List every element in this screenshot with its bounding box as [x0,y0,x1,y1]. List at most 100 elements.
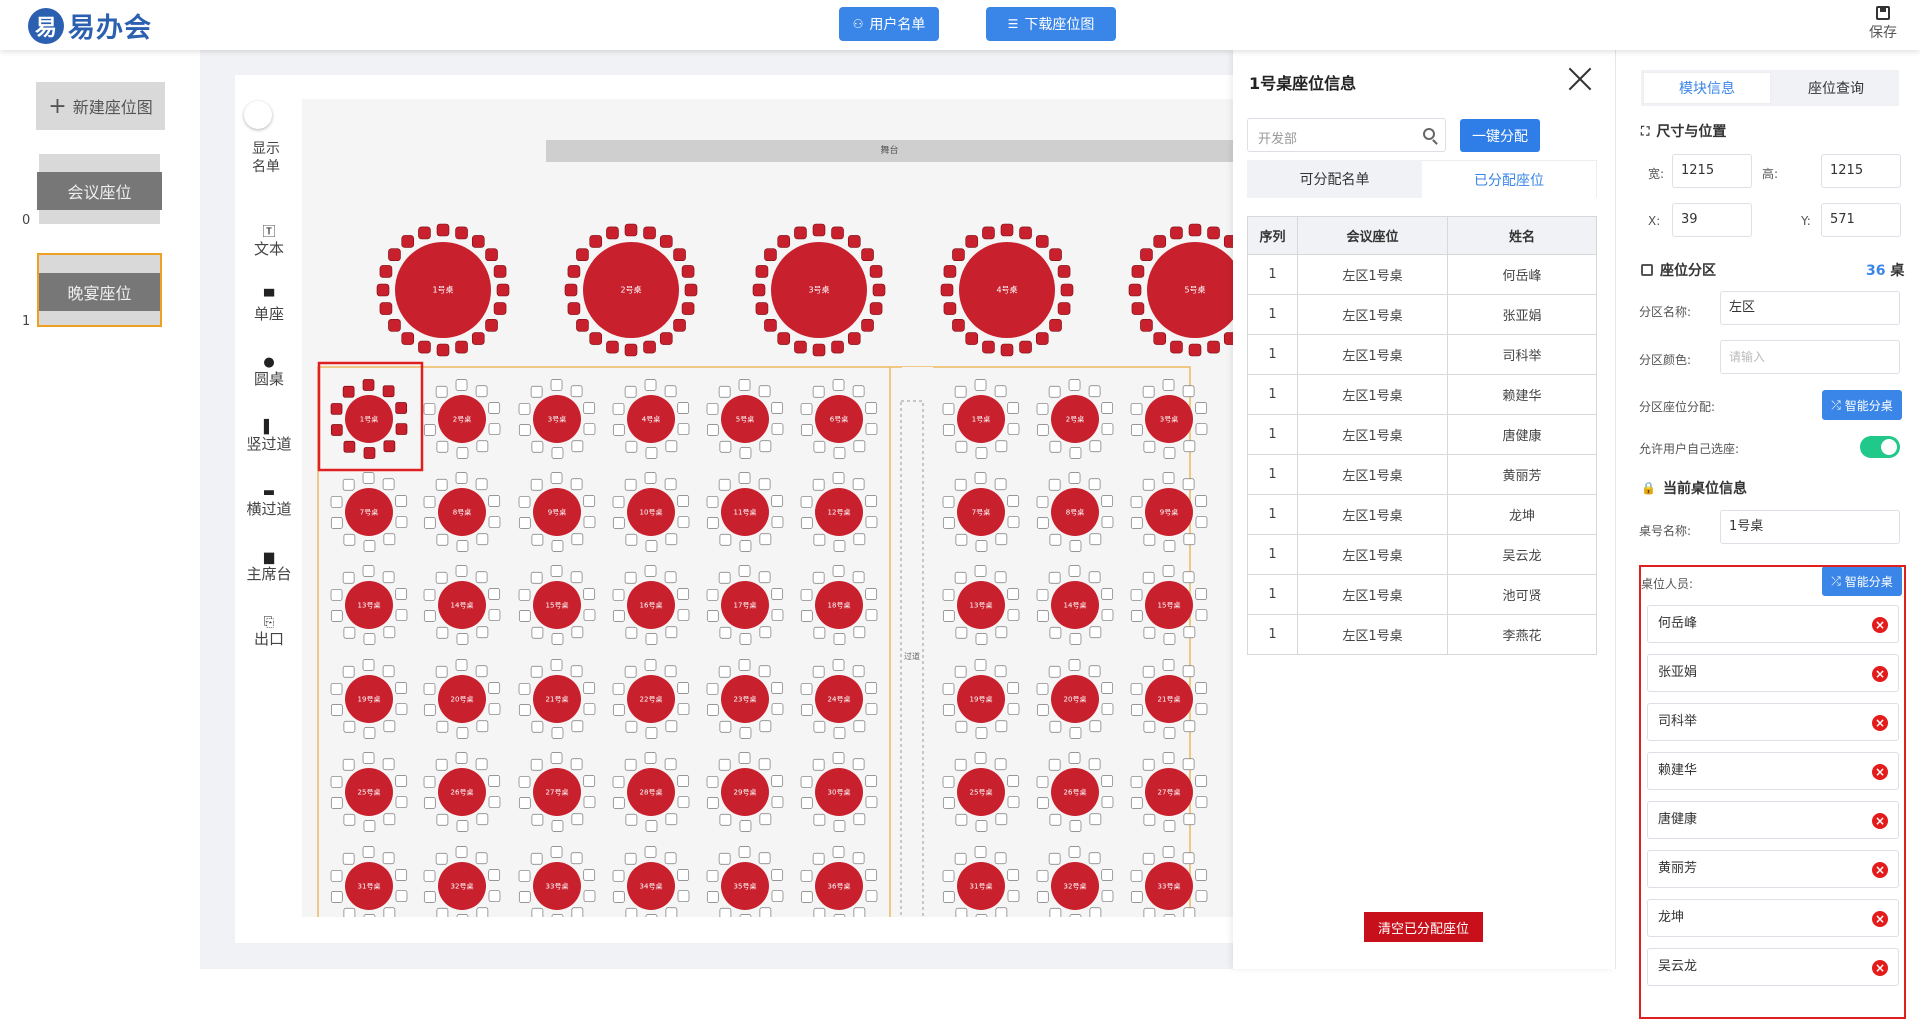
seat[interactable] [771,588,784,600]
seat[interactable] [955,440,968,453]
seat[interactable] [1140,318,1153,332]
seat[interactable] [531,907,544,917]
seat[interactable] [1007,869,1020,881]
seat[interactable] [518,403,531,415]
seat[interactable] [362,659,375,671]
seat[interactable] [518,589,531,601]
seat[interactable] [975,820,988,832]
seat[interactable] [800,424,813,436]
seat[interactable] [1143,720,1156,733]
seat[interactable] [379,265,393,278]
seat[interactable] [852,665,865,678]
seat[interactable] [1049,813,1062,826]
seat[interactable] [1143,440,1156,453]
seat[interactable] [488,402,501,414]
seat[interactable] [583,495,596,507]
seat[interactable] [659,235,673,248]
seat[interactable] [1143,813,1156,826]
table-name-input[interactable]: 1号桌 [1720,510,1900,544]
seat[interactable] [1162,565,1175,577]
tool-4[interactable]: ▬ 横过道 [244,484,294,518]
seat[interactable] [759,440,772,453]
seat[interactable] [455,472,468,484]
seat[interactable] [677,682,690,694]
seat[interactable] [755,302,769,315]
seat[interactable] [1182,758,1195,771]
seat[interactable] [1089,720,1102,733]
seat[interactable] [1088,385,1101,398]
seat[interactable] [719,626,732,639]
seat[interactable] [530,385,543,398]
seat[interactable] [1143,626,1156,639]
seat[interactable] [752,283,766,297]
seat[interactable] [624,758,637,771]
seat[interactable] [343,440,356,453]
seat[interactable] [551,447,564,459]
seat[interactable] [606,340,619,354]
seat[interactable] [570,385,583,398]
seat[interactable] [471,332,485,345]
meeting-map-thumb[interactable]: 会议座位 [37,154,162,224]
seat[interactable] [665,813,678,826]
seat[interactable] [1195,495,1208,507]
tool-0[interactable]: 🅃 文本 [244,224,294,258]
seat[interactable] [383,813,396,826]
table-smart-assign-button[interactable]: ⤮ 智能分桌 [1822,567,1902,596]
seat[interactable] [759,907,772,917]
seat[interactable] [1163,633,1176,645]
seat[interactable] [1089,813,1102,826]
seat[interactable] [812,223,826,237]
seat[interactable] [1142,571,1155,584]
seat[interactable] [362,379,375,391]
seat[interactable] [423,610,436,622]
seat[interactable] [518,517,531,529]
seat[interactable] [738,565,751,577]
seat[interactable] [1048,665,1061,678]
seat[interactable] [488,588,501,600]
seat[interactable] [1130,797,1143,809]
seat[interactable] [869,265,883,278]
x-input[interactable]: 39 [1672,203,1752,237]
seat[interactable] [865,516,878,528]
seat[interactable] [612,496,625,508]
seat[interactable] [677,796,690,808]
tab-module-info[interactable]: 模块信息 [1643,72,1771,104]
logo[interactable]: 易 易办会 [28,6,152,45]
seat[interactable] [706,776,719,788]
seat[interactable] [1140,248,1153,262]
seat[interactable] [1153,235,1167,248]
seat[interactable] [833,540,846,552]
seat[interactable] [758,571,771,584]
seat[interactable] [1162,752,1175,764]
seat[interactable] [759,720,772,733]
seat[interactable] [645,540,658,552]
seat[interactable] [383,626,396,639]
seat[interactable] [475,571,488,584]
new-map-button[interactable]: + 新建座位图 [36,82,165,130]
seat[interactable] [423,870,436,882]
seat[interactable] [940,283,954,297]
seat[interactable] [665,533,678,546]
assign-all-button[interactable]: 一键分配 [1460,119,1540,152]
seat[interactable] [865,682,878,694]
seat[interactable] [612,610,625,622]
seat[interactable] [994,758,1007,771]
seat[interactable] [1069,914,1082,917]
seat[interactable] [1007,609,1020,621]
seat[interactable] [435,665,448,678]
seat[interactable] [1101,682,1114,694]
seat[interactable] [401,235,415,248]
seat[interactable] [436,720,449,733]
seat[interactable] [739,820,752,832]
seat[interactable] [1007,516,1020,528]
seat[interactable] [954,665,967,678]
seat[interactable] [1068,846,1081,858]
seat[interactable] [852,852,865,865]
seat[interactable] [330,589,343,601]
seat[interactable] [1019,340,1032,354]
seat[interactable] [436,440,449,453]
table-row[interactable]: 1 左区1号桌 何岳峰 [1247,254,1597,295]
seat[interactable] [612,891,625,903]
seat[interactable] [706,683,719,695]
seat[interactable] [965,235,979,248]
